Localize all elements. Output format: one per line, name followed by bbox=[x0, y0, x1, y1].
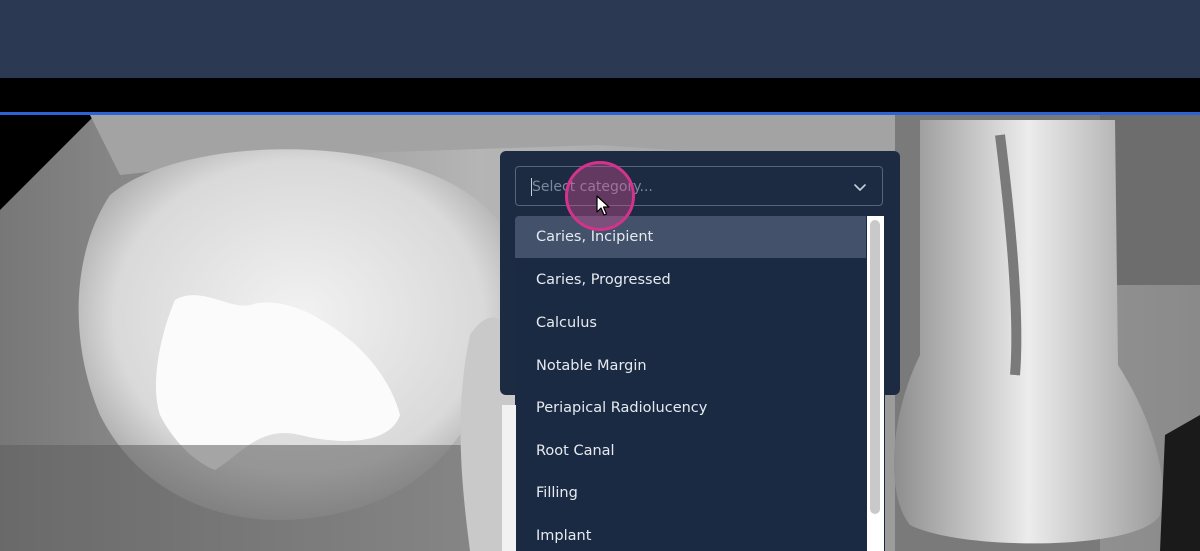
dropdown-option-filling[interactable]: Filling bbox=[515, 472, 866, 514]
app-header-bar bbox=[0, 0, 1200, 78]
dropdown-option-root-canal[interactable]: Root Canal bbox=[515, 430, 866, 472]
toolbar-band bbox=[0, 78, 1200, 112]
dropdown-scrollbar-thumb[interactable] bbox=[870, 220, 880, 514]
chevron-down-icon[interactable] bbox=[852, 179, 868, 195]
dropdown-option-caries-incipient[interactable]: Caries, Incipient bbox=[515, 216, 866, 258]
dropdown-option-caries-progressed[interactable]: Caries, Progressed bbox=[515, 259, 866, 301]
dropdown-option-implant[interactable]: Implant bbox=[515, 515, 866, 551]
dropdown-option-calculus[interactable]: Calculus bbox=[515, 302, 866, 344]
dropdown-option-periapical-radiolucency[interactable]: Periapical Radiolucency bbox=[515, 387, 866, 429]
category-dropdown-list: Caries, Incipient Caries, Progressed Cal… bbox=[515, 216, 885, 551]
pointer-icon bbox=[596, 195, 610, 216]
dropdown-option-notable-margin[interactable]: Notable Margin bbox=[515, 345, 866, 387]
panel-edge-strip bbox=[502, 405, 516, 551]
